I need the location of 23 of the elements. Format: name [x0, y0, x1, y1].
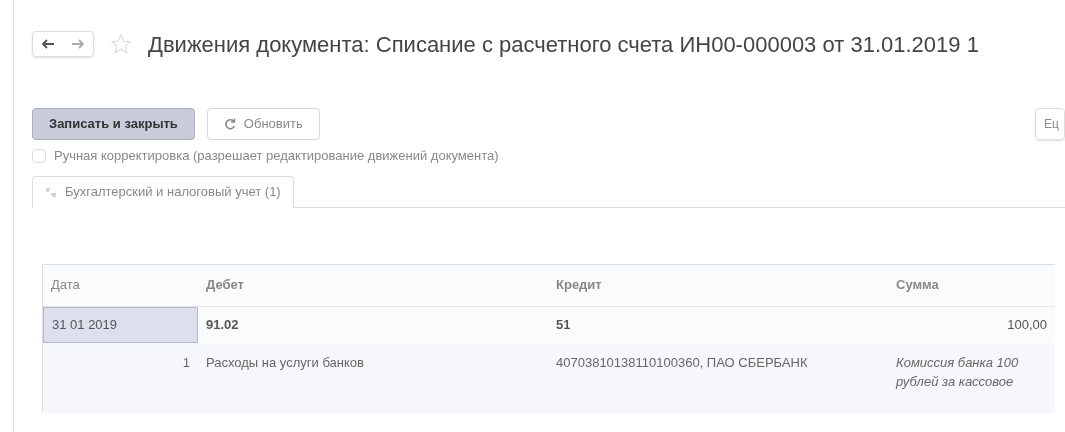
more-button[interactable]: Ец	[1035, 108, 1065, 140]
back-arrow-icon	[41, 39, 55, 49]
credit-account-cell-text: 51	[555, 315, 572, 334]
debit-subaccount-cell-text: Расходы на услуги банков	[205, 353, 365, 372]
refresh-icon	[223, 118, 236, 130]
manual-edit-checkbox[interactable]	[32, 148, 46, 163]
column-header: Сумма	[895, 276, 940, 295]
date-cell[interactable]: 31 01 2019	[43, 306, 198, 343]
column-header: Дебет	[205, 276, 245, 295]
manual-edit-label: Ручная корректировка (разрешает редактирование движений документа)	[54, 147, 499, 165]
tab[interactable]: Бухгалтерский и налоговый учет (1)	[32, 175, 294, 208]
amount-cell-text: 100,00	[1006, 315, 1048, 334]
refresh-button[interactable]: Обновить	[206, 108, 320, 140]
save-and-close-button[interactable]: Записать и закрыть	[32, 108, 195, 140]
line-number-cell-text: 1	[181, 353, 191, 372]
forward-arrow-icon	[71, 39, 85, 49]
column-header: Дата	[50, 276, 81, 295]
star-icon[interactable]	[110, 33, 132, 55]
credit-subaccount-cell-text: 40703810138110100360, ПАО СБЕРБАНК	[555, 353, 809, 372]
window-title: Движения документа: Списание с расчетного счета ИН00-000003 от 31.01.2019 1	[148, 30, 979, 59]
content-cell-text: Комиссия банка 100 рублей за кассовое	[894, 353, 1020, 391]
debit-account-cell-text: 91.02	[205, 315, 240, 334]
column-header: Кредит	[555, 276, 603, 295]
